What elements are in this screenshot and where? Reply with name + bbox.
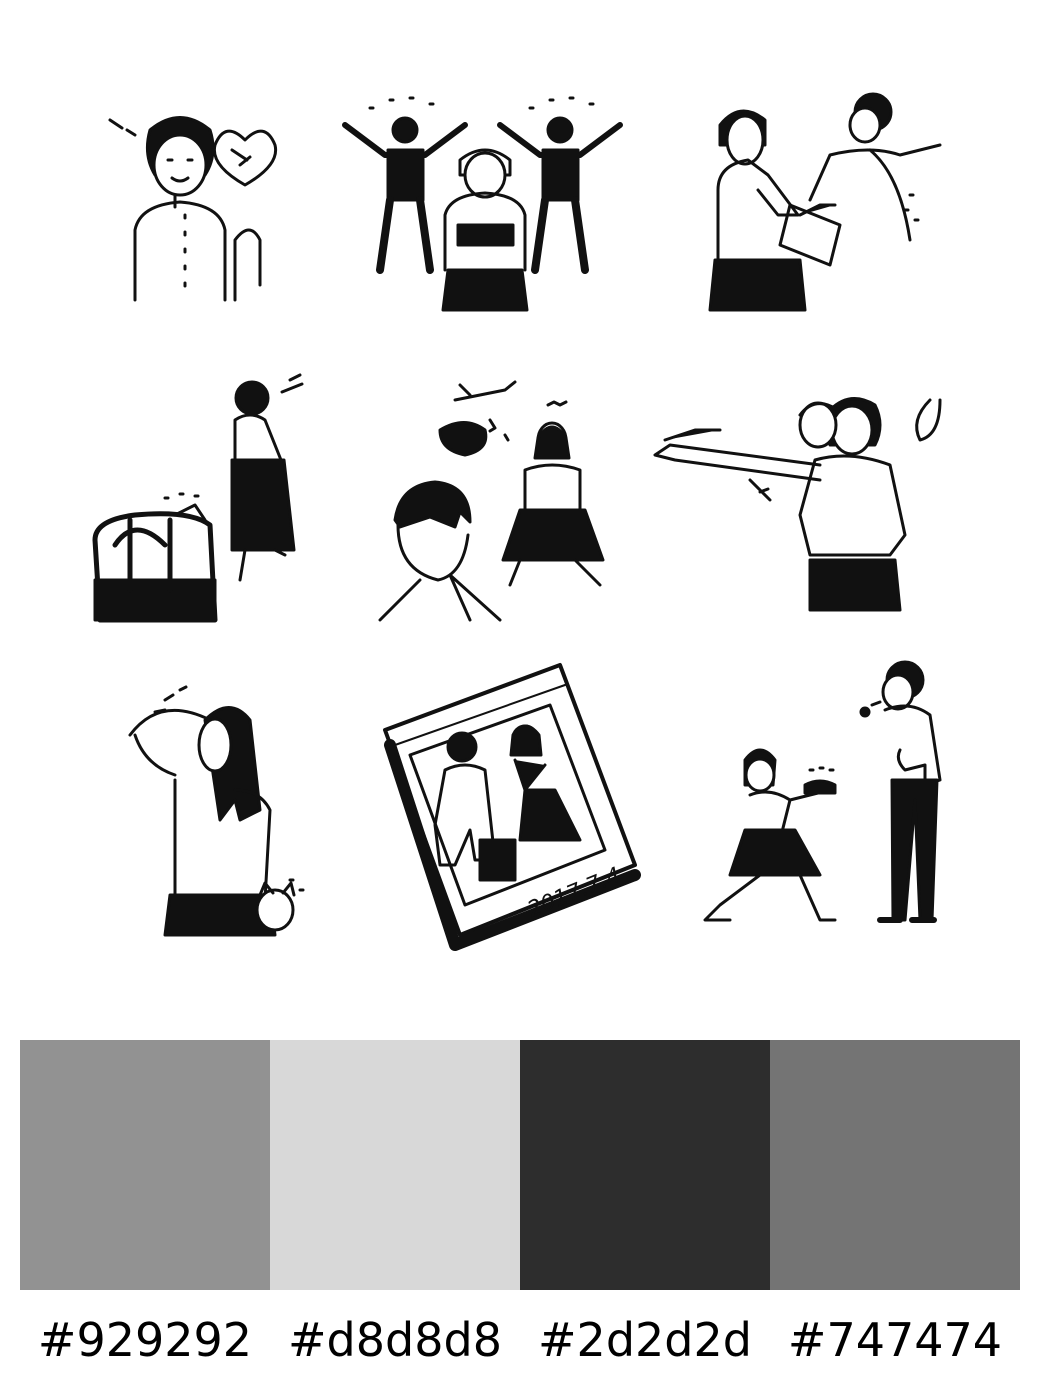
color-palette <box>20 1040 1020 1290</box>
swatch-1 <box>20 1040 270 1290</box>
illustration-sheet: 2017.7.4 <box>0 0 1040 1000</box>
swatch-2-label: #d8d8d8 <box>288 1313 502 1367</box>
couple-photo-frame-icon: 2017.7.4 <box>383 663 641 951</box>
man-and-woman-thinking-of-travel-icon <box>378 380 605 622</box>
woman-with-travel-bag-icon <box>92 373 304 623</box>
surprised-woman-with-cat-icon <box>128 685 305 937</box>
woman-eating-banana-icon <box>653 397 942 612</box>
swatch-1-label: #929292 <box>37 1313 253 1367</box>
celebrating-figures-with-gift-icon <box>342 96 623 312</box>
woman-handing-box-to-child-icon <box>708 92 942 312</box>
swatch-4-label: #747474 <box>787 1313 1003 1367</box>
swatch-2 <box>270 1040 520 1290</box>
palette-labels: #929292 #d8d8d8 #2d2d2d #747474 <box>20 1300 1020 1380</box>
proposal-kneeling-woman-icon <box>703 660 942 923</box>
swatch-3-label: #2d2d2d <box>538 1313 752 1367</box>
swatch-3 <box>520 1040 770 1290</box>
woman-with-heart-balloon-icon <box>108 116 278 302</box>
swatch-4 <box>770 1040 1020 1290</box>
